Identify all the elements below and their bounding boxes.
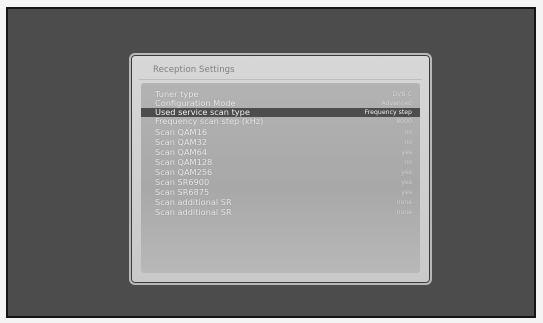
setting-label: Scan SR6875 [155, 187, 210, 197]
title-divider [139, 79, 422, 80]
setting-value: no [404, 159, 412, 166]
setting-label: Scan QAM32 [155, 137, 208, 147]
setting-label: Frequency scan step (kHz) [155, 116, 264, 126]
setting-scan-qam256[interactable]: Scan QAM256 yes [141, 168, 420, 177]
setting-value: yes [401, 189, 412, 196]
setting-scan-qam32[interactable]: Scan QAM32 no [141, 138, 420, 147]
setting-value: Frequency step [364, 109, 412, 116]
setting-scan-qam128[interactable]: Scan QAM128 no [141, 158, 420, 167]
setting-scan-sr6900[interactable]: Scan SR6900 yes [141, 178, 420, 187]
setting-value: none [396, 199, 412, 206]
setting-label: Scan QAM64 [155, 147, 208, 157]
setting-scan-qam64[interactable]: Scan QAM64 yes [141, 148, 420, 157]
settings-list: Tuner type DVB-C Configuration Mode Adva… [141, 83, 420, 273]
setting-value: no [404, 139, 412, 146]
setting-label: Scan QAM16 [155, 127, 208, 137]
setting-frequency-scan-step[interactable]: Frequency scan step (kHz) 8000 [141, 117, 420, 126]
setting-value: none [396, 209, 412, 216]
reception-settings-panel: Reception Settings Tuner type DVB-C Conf… [129, 53, 432, 285]
setting-value: Advanced [381, 100, 412, 107]
tv-screen: Reception Settings Tuner type DVB-C Conf… [6, 7, 536, 318]
setting-value: DVB-C [392, 91, 412, 98]
setting-value: yes [401, 169, 412, 176]
setting-label: Scan SR6900 [155, 177, 210, 187]
setting-label: Scan QAM128 [155, 157, 213, 167]
setting-value: no [404, 129, 412, 136]
setting-value: 8000 [396, 118, 412, 125]
setting-scan-sr6875[interactable]: Scan SR6875 yes [141, 188, 420, 197]
setting-value: yes [401, 179, 412, 186]
setting-label: Scan additional SR [155, 197, 232, 207]
setting-scan-additional-sr-2[interactable]: Scan additional SR none [141, 208, 420, 217]
setting-label: Scan additional SR [155, 207, 232, 217]
setting-scan-additional-sr-1[interactable]: Scan additional SR none [141, 198, 420, 207]
setting-scan-qam16[interactable]: Scan QAM16 no [141, 128, 420, 137]
setting-value: yes [401, 149, 412, 156]
setting-label: Scan QAM256 [155, 167, 213, 177]
panel-title: Reception Settings [153, 65, 235, 75]
